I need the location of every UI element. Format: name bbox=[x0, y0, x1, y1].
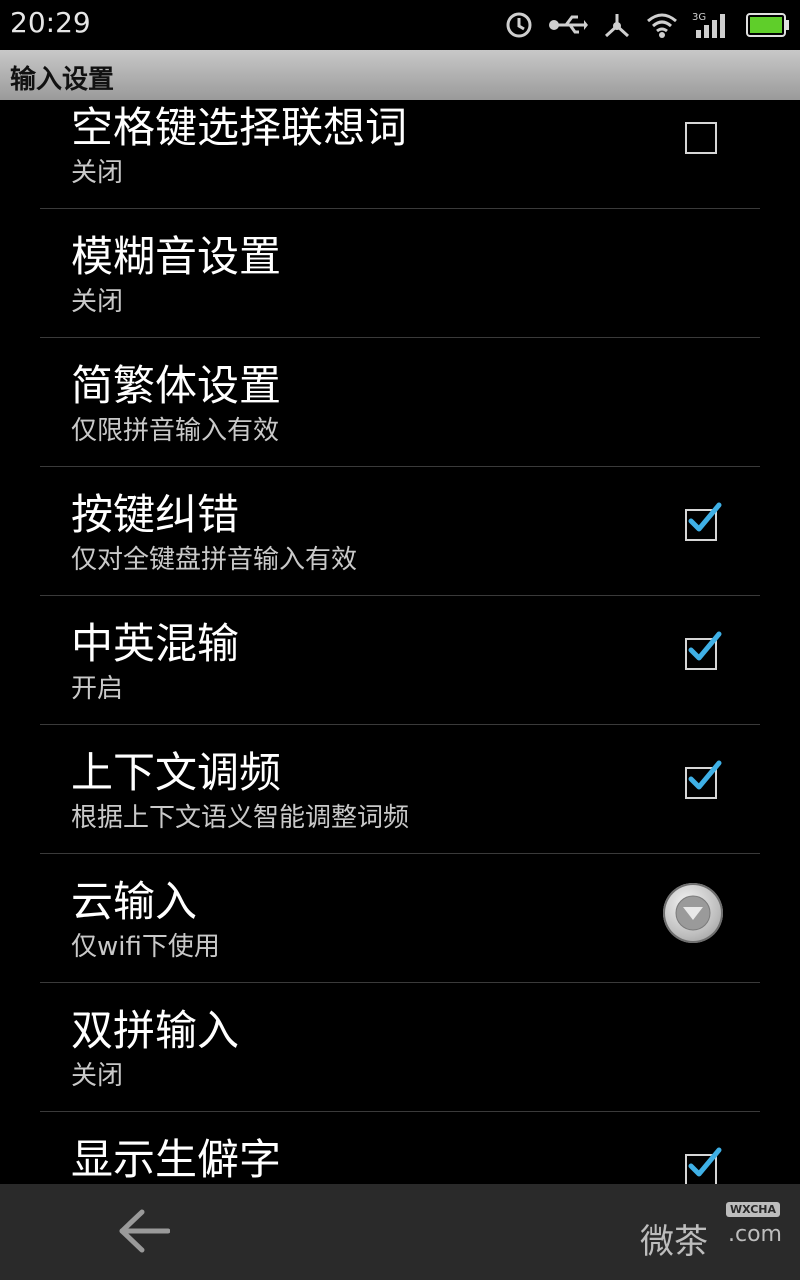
setting-title: 简繁体设置 bbox=[71, 361, 282, 410]
sync-icon bbox=[504, 10, 534, 40]
setting-show-rare-characters[interactable]: 显示生僻字 bbox=[40, 1112, 760, 1184]
usb-icon bbox=[548, 12, 588, 38]
title-bar: 输入设置 bbox=[0, 50, 800, 100]
setting-space-select-suggestion[interactable]: 空格键选择联想词 关闭 bbox=[40, 100, 760, 209]
usb-debug-icon bbox=[602, 10, 632, 40]
checkbox-checked[interactable] bbox=[685, 631, 722, 670]
setting-title: 双拼输入 bbox=[71, 1006, 240, 1055]
signal-3g-icon: 3G bbox=[692, 10, 732, 40]
setting-summary: 仅wifi下使用 bbox=[71, 932, 220, 962]
setting-summary: 开启 bbox=[71, 674, 124, 704]
checkmark-icon bbox=[688, 760, 722, 790]
checkbox-checked[interactable] bbox=[685, 760, 722, 799]
setting-title: 按键纠错 bbox=[71, 490, 240, 539]
setting-summary: 关闭 bbox=[71, 1061, 124, 1091]
checkmark-icon bbox=[688, 631, 722, 661]
settings-list[interactable]: 空格键选择联想词 关闭 模糊音设置 关闭 简繁体设置 仅限拼音输入有效 按键纠错… bbox=[0, 100, 800, 1184]
setting-summary: 关闭 bbox=[71, 287, 124, 317]
dropdown-button[interactable] bbox=[663, 883, 723, 943]
checkbox-unchecked[interactable] bbox=[685, 122, 717, 154]
checkmark-icon bbox=[688, 502, 722, 532]
setting-mixed-chinese-english[interactable]: 中英混输 开启 bbox=[40, 596, 760, 725]
nav-bar: 微茶 WXCHA .com bbox=[0, 1184, 800, 1280]
watermark: 微茶 WXCHA .com bbox=[640, 1200, 790, 1264]
setting-title: 云输入 bbox=[71, 877, 198, 926]
setting-title: 模糊音设置 bbox=[71, 232, 282, 281]
setting-title: 空格键选择联想词 bbox=[71, 103, 408, 152]
wifi-icon bbox=[646, 11, 678, 39]
watermark-badge: WXCHA bbox=[726, 1202, 781, 1217]
setting-title: 上下文调频 bbox=[71, 748, 282, 797]
setting-context-frequency[interactable]: 上下文调频 根据上下文语义智能调整词频 bbox=[40, 725, 760, 854]
setting-summary: 仅对全键盘拼音输入有效 bbox=[71, 545, 358, 575]
setting-summary: 关闭 bbox=[71, 158, 124, 188]
setting-cloud-input[interactable]: 云输入 仅wifi下使用 bbox=[40, 854, 760, 983]
checkbox-checked[interactable] bbox=[685, 502, 722, 541]
battery-icon bbox=[746, 12, 790, 38]
chevron-down-icon bbox=[675, 895, 711, 931]
back-arrow-icon[interactable] bbox=[118, 1208, 171, 1258]
watermark-domain: .com bbox=[728, 1222, 782, 1247]
setting-key-correction[interactable]: 按键纠错 仅对全键盘拼音输入有效 bbox=[40, 467, 760, 596]
setting-title: 显示生僻字 bbox=[71, 1135, 282, 1184]
status-bar: 20:29 3G bbox=[0, 0, 800, 50]
setting-fuzzy-pinyin[interactable]: 模糊音设置 关闭 bbox=[40, 209, 760, 338]
page-title: 输入设置 bbox=[10, 65, 115, 95]
setting-summary: 仅限拼音输入有效 bbox=[71, 416, 280, 446]
setting-double-pinyin[interactable]: 双拼输入 关闭 bbox=[40, 983, 760, 1112]
setting-title: 中英混输 bbox=[71, 619, 240, 668]
setting-summary: 根据上下文语义智能调整词频 bbox=[71, 803, 410, 833]
svg-text:3G: 3G bbox=[692, 12, 706, 23]
watermark-text: 微茶 bbox=[640, 1222, 708, 1262]
status-icons: 3G bbox=[504, 6, 790, 44]
checkbox-checked[interactable] bbox=[685, 1147, 722, 1184]
setting-simplified-traditional[interactable]: 简繁体设置 仅限拼音输入有效 bbox=[40, 338, 760, 467]
status-time: 20:29 bbox=[10, 6, 91, 39]
checkmark-icon bbox=[688, 1147, 722, 1177]
